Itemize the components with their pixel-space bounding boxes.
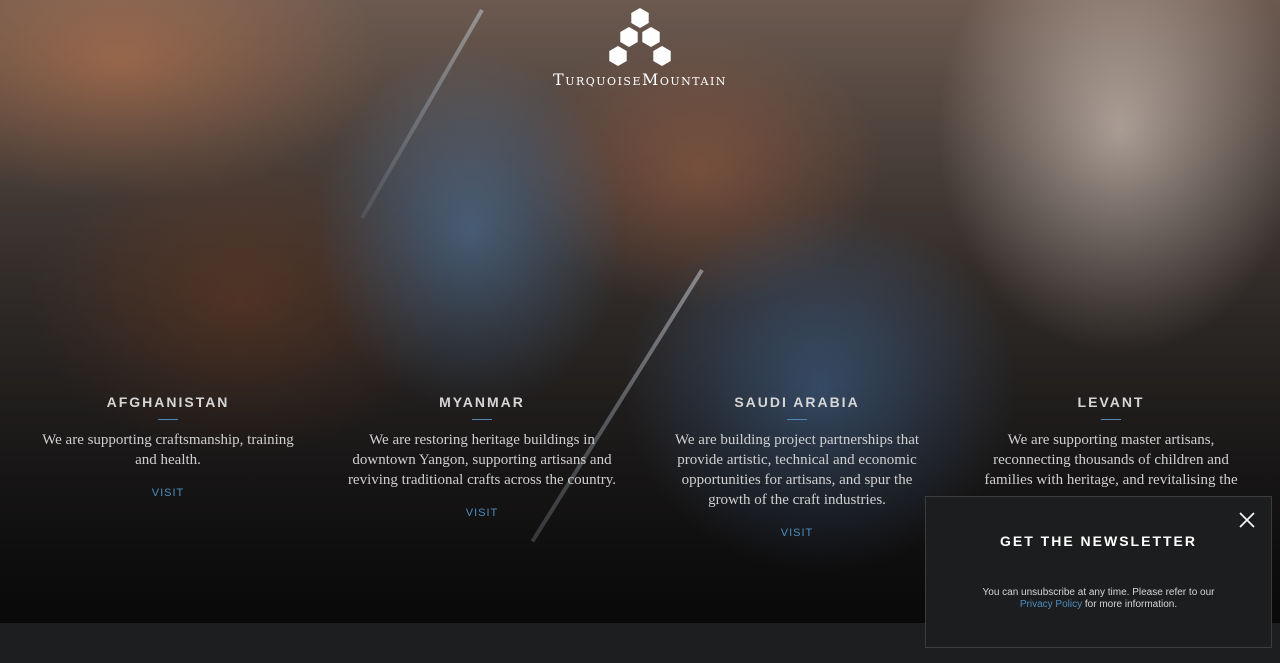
visit-myanmar-link[interactable]: VISIT [466, 507, 499, 519]
newsletter-note: You can unsubscribe at any time. Please … [979, 587, 1219, 611]
region-title: MYANMAR [439, 394, 525, 410]
title-divider [1101, 419, 1121, 420]
title-divider [472, 419, 492, 420]
region-myanmar: MYANMAR We are restoring heritage buildi… [347, 394, 617, 521]
region-levant: LEVANT We are supporting master artisans… [976, 394, 1246, 490]
region-title: SAUDI ARABIA [734, 394, 860, 410]
site-logo[interactable]: TurquoiseMountain [540, 6, 740, 96]
hexagon-logo-icon [609, 8, 671, 66]
region-afghanistan: AFGHANISTAN We are supporting craftsmans… [33, 394, 303, 501]
visit-afghanistan-link[interactable]: VISIT [152, 487, 185, 499]
newsletter-title: GET THE NEWSLETTER [1000, 533, 1197, 549]
title-divider [787, 419, 807, 420]
close-icon[interactable] [1237, 510, 1257, 530]
title-divider [158, 419, 178, 420]
visit-saudi-arabia-link[interactable]: VISIT [781, 527, 814, 539]
logo-wordmark: TurquoiseMountain [553, 70, 727, 89]
region-description: We are restoring heritage buildings in d… [347, 432, 617, 488]
region-description: We are building project partnerships tha… [674, 432, 920, 508]
region-description: We are supporting master artisans, recon… [984, 432, 1238, 488]
region-description: We are supporting craftsmanship, trainin… [42, 432, 294, 468]
note-prefix: You can unsubscribe at any time. Please … [982, 587, 1215, 598]
region-saudi-arabia: SAUDI ARABIA We are building project par… [662, 394, 932, 541]
region-title: AFGHANISTAN [106, 394, 230, 410]
note-suffix: for more information. [1084, 599, 1178, 610]
newsletter-popup: GET THE NEWSLETTER You can unsubscribe a… [925, 496, 1272, 648]
region-title: LEVANT [1077, 394, 1145, 410]
privacy-policy-link[interactable]: Privacy Policy [1020, 599, 1082, 610]
